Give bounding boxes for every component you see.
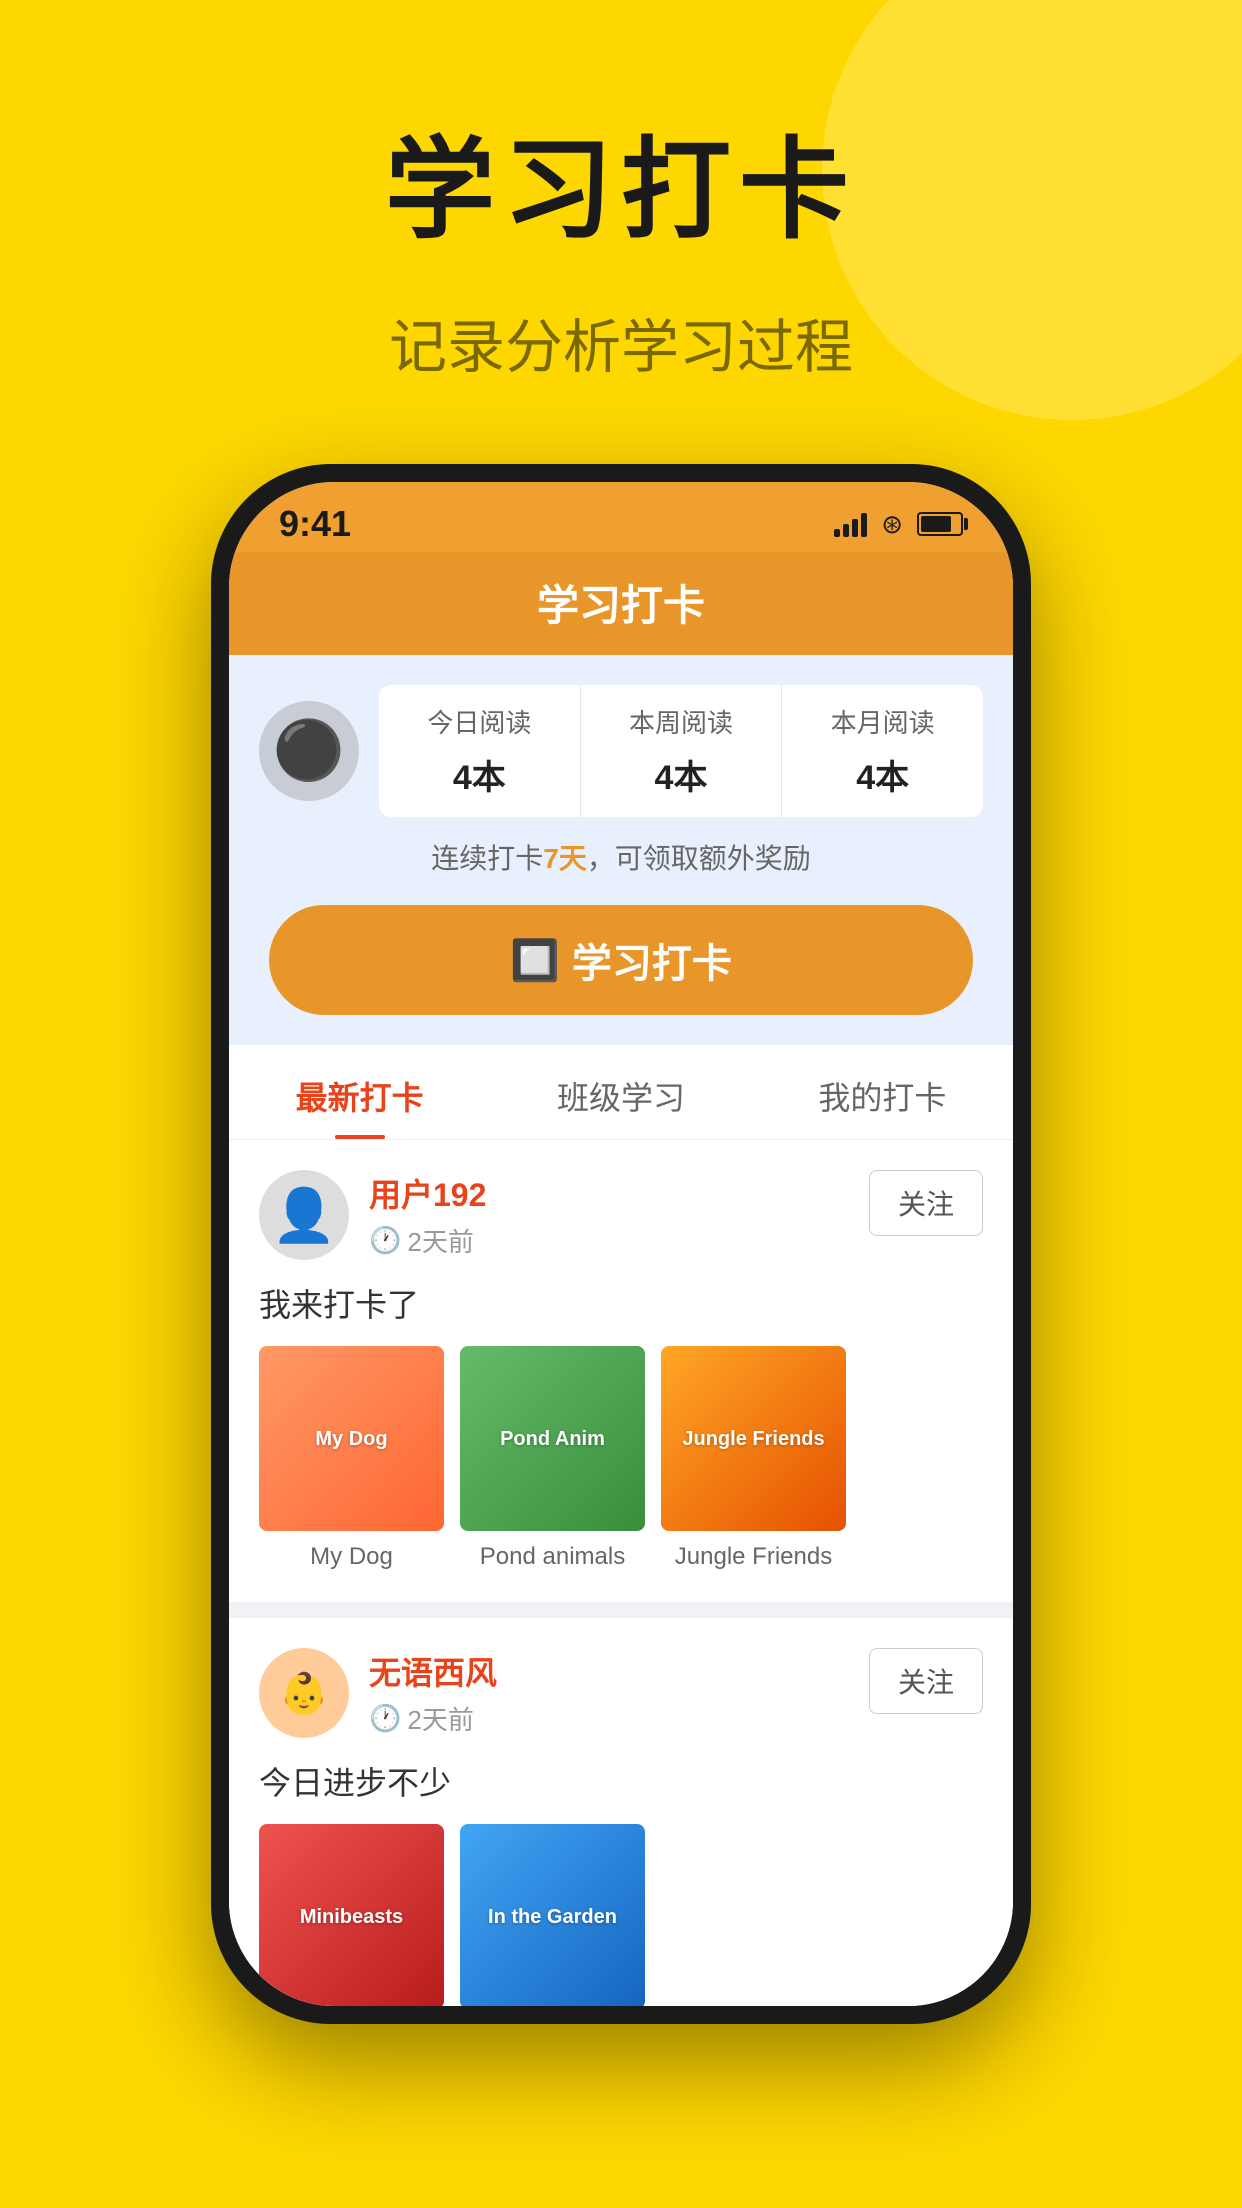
tab-mine[interactable]: 我的打卡 xyxy=(752,1045,1013,1139)
post-time-2: 🕐 2天前 xyxy=(369,1700,849,1737)
signal-bar-1 xyxy=(834,529,840,537)
book-title-2: Pond animals xyxy=(460,1541,645,1572)
post-username-1: 用户192 xyxy=(369,1170,849,1216)
book-cover-jungle: Jungle Friends xyxy=(661,1346,846,1531)
clock-icon-2: 🕐 xyxy=(369,1703,401,1734)
book-cover-label-2: Pond Anim xyxy=(492,1419,613,1459)
stat-month-value: 4本 xyxy=(792,750,973,799)
stat-week: 本周阅读 4本 xyxy=(581,685,783,817)
post-header-2: 👶 无语西风 🕐 2天前 关注 xyxy=(259,1648,983,1738)
book-cover-garden: In the Garden xyxy=(460,1824,645,2006)
app-header-title: 学习打卡 xyxy=(229,572,1013,633)
signal-bar-4 xyxy=(861,513,867,537)
stat-today: 今日阅读 4本 xyxy=(379,685,581,817)
follow-button-2[interactable]: 关注 xyxy=(869,1648,983,1714)
checkin-button-wrap: 🔲 学习打卡 xyxy=(229,895,1013,1045)
checkin-label: 学习打卡 xyxy=(572,931,732,989)
user-avatar: ⚫ xyxy=(259,701,359,801)
book-cover-pond: Pond Anim xyxy=(460,1346,645,1531)
streak-banner: 连续打卡7天，可领取额外奖励 xyxy=(229,837,1013,895)
book-title-1: My Dog xyxy=(259,1541,444,1572)
post-meta-2: 无语西风 🕐 2天前 xyxy=(369,1648,849,1737)
post-time-1: 🕐 2天前 xyxy=(369,1222,849,1259)
post-avatar-2: 👶 xyxy=(259,1648,349,1738)
stat-week-label: 本周阅读 xyxy=(591,703,772,740)
books-grid-2: Minibeasts Minibeasts In the Garden In t… xyxy=(259,1824,983,2006)
clock-icon-1: 🕐 xyxy=(369,1225,401,1256)
signal-icon xyxy=(834,511,867,537)
avatar-placeholder-icon-1: 👤 xyxy=(272,1185,337,1246)
checkin-icon: 🔲 xyxy=(510,937,560,984)
book-cover-label-4: Minibeasts xyxy=(292,1897,411,1937)
book-item-5[interactable]: In the Garden In the Garden xyxy=(460,1824,645,2006)
stat-month: 本月阅读 4本 xyxy=(782,685,983,817)
book-cover-my-dog: My Dog xyxy=(259,1346,444,1531)
phone-wrapper: 9:41 ⊛ 学习打卡 xyxy=(0,464,1242,2024)
book-item-3[interactable]: Jungle Friends Jungle Friends xyxy=(661,1346,846,1572)
feed-area: 👤 用户192 🕐 2天前 关注 我来打卡了 xyxy=(229,1140,1013,2006)
stat-month-label: 本月阅读 xyxy=(792,703,973,740)
tab-latest[interactable]: 最新打卡 xyxy=(229,1045,490,1139)
status-time: 9:41 xyxy=(279,503,351,545)
phone-screen: 9:41 ⊛ 学习打卡 xyxy=(229,482,1013,2006)
signal-bar-2 xyxy=(843,524,849,537)
post-avatar-1: 👤 xyxy=(259,1170,349,1260)
book-cover-label-1: My Dog xyxy=(307,1419,395,1459)
wifi-icon: ⊛ xyxy=(881,509,903,540)
status-bar: 9:41 ⊛ xyxy=(229,482,1013,552)
tab-class[interactable]: 班级学习 xyxy=(490,1045,751,1139)
app-header: 学习打卡 xyxy=(229,552,1013,655)
avatar-icon: ⚫ xyxy=(273,717,345,785)
streak-highlight: 7天 xyxy=(543,843,587,874)
stats-grid: 今日阅读 4本 本周阅读 4本 本月阅读 4本 xyxy=(379,685,983,817)
status-icons: ⊛ xyxy=(834,509,963,540)
stat-week-value: 4本 xyxy=(591,750,772,799)
book-item-2[interactable]: Pond Anim Pond animals xyxy=(460,1346,645,1572)
book-item-1[interactable]: My Dog My Dog xyxy=(259,1346,444,1572)
books-grid-1: My Dog My Dog Pond Anim Pond animals xyxy=(259,1346,983,1572)
post-content-2: 今日进步不少 xyxy=(259,1758,983,1804)
checkin-button[interactable]: 🔲 学习打卡 xyxy=(269,905,973,1015)
tab-bar: 最新打卡 班级学习 我的打卡 xyxy=(229,1045,1013,1140)
post-card-2: 👶 无语西风 🕐 2天前 关注 今日进步不少 xyxy=(229,1618,1013,2006)
stats-card: ⚫ 今日阅读 4本 本周阅读 4本 本月阅读 4本 xyxy=(229,655,1013,837)
book-cover-label-5: In the Garden xyxy=(480,1897,625,1937)
signal-bar-3 xyxy=(852,519,858,537)
page-main-title: 学习打卡 xyxy=(0,100,1242,260)
follow-button-1[interactable]: 关注 xyxy=(869,1170,983,1236)
post-username-2: 无语西风 xyxy=(369,1648,849,1694)
post-content-1: 我来打卡了 xyxy=(259,1280,983,1326)
post-card-1: 👤 用户192 🕐 2天前 关注 我来打卡了 xyxy=(229,1140,1013,1602)
streak-pre: 连续打卡 xyxy=(431,843,543,874)
page-subtitle: 记录分析学习过程 xyxy=(0,300,1242,384)
book-cover-label-3: Jungle Friends xyxy=(674,1419,832,1459)
book-cover-mini: Minibeasts xyxy=(259,1824,444,2006)
post-meta-1: 用户192 🕐 2天前 xyxy=(369,1170,849,1259)
stat-today-value: 4本 xyxy=(389,750,570,799)
battery-fill xyxy=(921,516,951,532)
stat-today-label: 今日阅读 xyxy=(389,703,570,740)
page-hero: 学习打卡 记录分析学习过程 xyxy=(0,0,1242,384)
streak-post: ，可领取额外奖励 xyxy=(587,843,811,874)
post-header-1: 👤 用户192 🕐 2天前 关注 xyxy=(259,1170,983,1260)
book-item-4[interactable]: Minibeasts Minibeasts xyxy=(259,1824,444,2006)
phone-outer: 9:41 ⊛ 学习打卡 xyxy=(211,464,1031,2024)
book-title-3: Jungle Friends xyxy=(661,1541,846,1572)
battery-icon xyxy=(917,512,963,536)
